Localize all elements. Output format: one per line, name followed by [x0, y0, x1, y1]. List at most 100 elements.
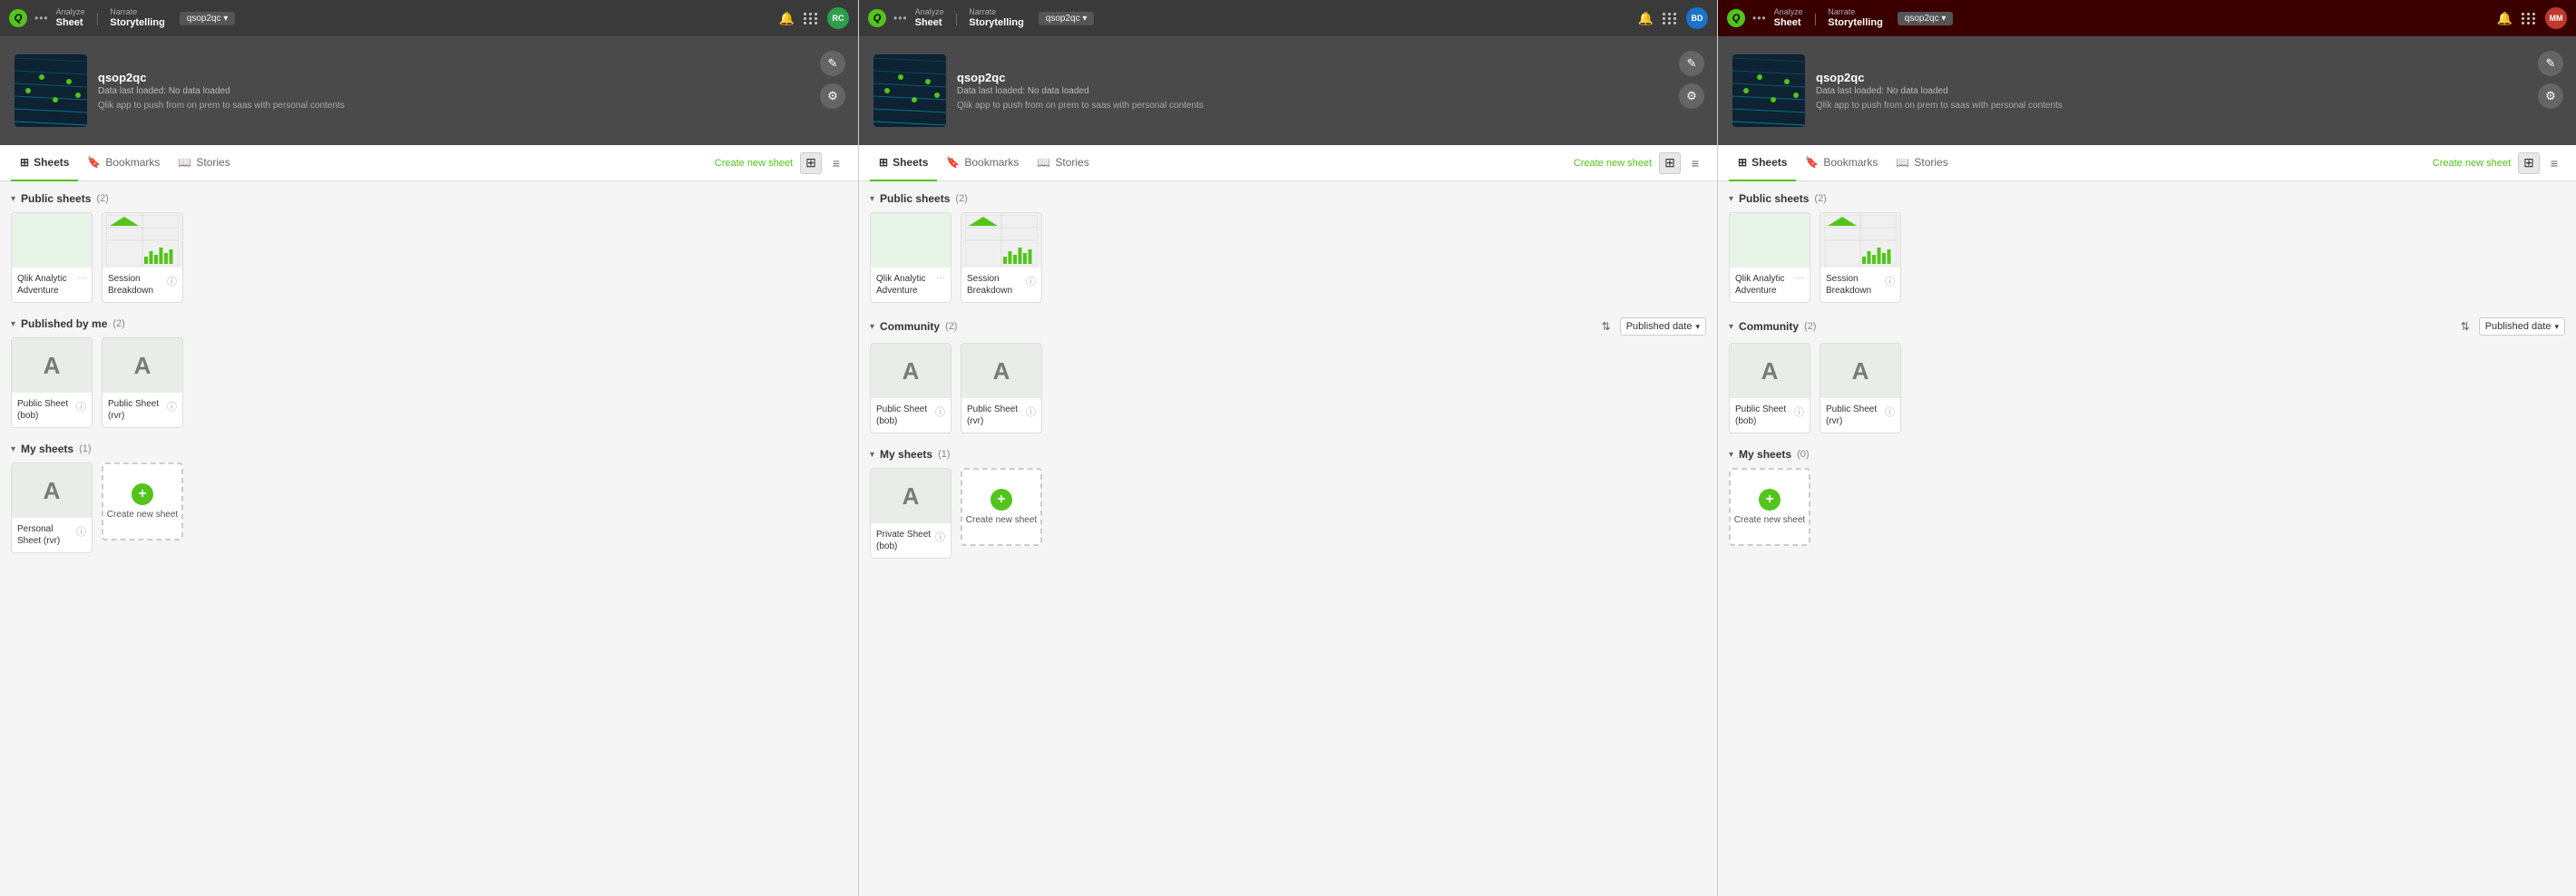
- sheet-card-qlik-analytic-3[interactable]: Qlik Analytic Adventure···: [1729, 212, 1810, 303]
- tab-stories-icon: 📖: [178, 156, 191, 169]
- more-icon[interactable]: ···: [77, 273, 86, 283]
- info-icon[interactable]: ⓘ: [1026, 274, 1036, 288]
- list-view-button[interactable]: ≡: [2543, 152, 2565, 174]
- settings-button[interactable]: ⚙: [1679, 83, 1704, 109]
- sheet-label: Session Breakdown: [967, 273, 1023, 297]
- info-icon[interactable]: ⓘ: [1026, 404, 1036, 419]
- create-new-sheet-button[interactable]: Create new sheet: [715, 158, 793, 169]
- user-avatar[interactable]: BD: [1686, 7, 1708, 29]
- section-header-public-sheets-2[interactable]: ▾Public sheets(2): [870, 192, 1706, 205]
- tab-sheets[interactable]: ⊞Sheets: [1729, 145, 1796, 181]
- section-header-published-by-me[interactable]: ▾Published by me(2): [11, 317, 847, 330]
- create-new-sheet-button[interactable]: Create new sheet: [2433, 158, 2511, 169]
- qlik-logo[interactable]: Q: [9, 9, 27, 27]
- sheet-card-public-sheet-rvr-2[interactable]: APublic Sheet (rvr)ⓘ: [961, 343, 1042, 433]
- sort-chevron-icon: ▾: [1695, 322, 1700, 332]
- sheet-card-qlik-analytic[interactable]: Qlik Analytic Adventure···: [11, 212, 93, 303]
- list-view-button[interactable]: ≡: [825, 152, 847, 174]
- create-new-sheet-card[interactable]: +Create new sheet: [1729, 468, 1810, 546]
- section-published-by-me: ▾Published by me(2) APublic Sheet (bob)ⓘA…: [11, 317, 847, 428]
- section-header-my-sheets-2[interactable]: ▾My sheets(1): [870, 448, 1706, 461]
- sheet-card-personal-sheet[interactable]: APersonal Sheet (rvr)ⓘ: [11, 463, 93, 553]
- settings-button[interactable]: ⚙: [2538, 83, 2563, 109]
- info-icon[interactable]: ⓘ: [935, 404, 945, 419]
- nav-analyze-section: AnalyzeSheet: [1774, 8, 1803, 28]
- section-header-community-2[interactable]: ▾Community(2)⇅Published date▾: [870, 317, 1706, 336]
- section-header-my-sheets-1[interactable]: ▾My sheets(1): [11, 443, 847, 455]
- apps-icon[interactable]: [1663, 13, 1677, 24]
- create-new-sheet-button[interactable]: Create new sheet: [1574, 158, 1652, 169]
- sheet-card-private-sheet-bob[interactable]: APrivate Sheet (bob)ⓘ: [870, 468, 951, 559]
- cards-grid-my-sheets-2: APrivate Sheet (bob)ⓘ+Create new sheet: [870, 468, 1706, 559]
- sheet-card-qlik-analytic-2[interactable]: Qlik Analytic Adventure···: [870, 212, 951, 303]
- sheet-card-public-sheet-bob-2[interactable]: APublic Sheet (bob)ⓘ: [870, 343, 951, 433]
- env-badge[interactable]: qsop2qc ▾: [180, 12, 236, 25]
- env-badge[interactable]: qsop2qc ▾: [1898, 12, 1954, 25]
- bell-icon[interactable]: 🔔: [2497, 11, 2513, 26]
- info-icon[interactable]: ⓘ: [935, 530, 945, 544]
- tab-stories[interactable]: 📖Stories: [1887, 145, 1956, 181]
- more-icon[interactable]: ···: [936, 273, 945, 283]
- edit-button[interactable]: ✎: [2538, 51, 2563, 76]
- create-new-sheet-card[interactable]: +Create new sheet: [102, 463, 183, 541]
- menu-dots[interactable]: •••: [1752, 12, 1767, 24]
- nav-separator: |: [1814, 11, 1818, 25]
- tab-stories[interactable]: 📖Stories: [169, 145, 239, 181]
- tab-sheets[interactable]: ⊞Sheets: [11, 145, 78, 181]
- edit-button[interactable]: ✎: [820, 51, 845, 76]
- sheet-card-public-sheet-rvr-3[interactable]: APublic Sheet (rvr)ⓘ: [1820, 343, 1901, 433]
- apps-icon[interactable]: [804, 13, 818, 24]
- section-header-my-sheets-3[interactable]: ▾My sheets(0): [1729, 448, 2565, 461]
- menu-dots[interactable]: •••: [34, 12, 49, 24]
- edit-button[interactable]: ✎: [1679, 51, 1704, 76]
- bell-icon[interactable]: 🔔: [779, 11, 795, 26]
- tab-bookmarks[interactable]: 🔖Bookmarks: [937, 145, 1028, 181]
- create-plus-icon: +: [1759, 489, 1781, 511]
- info-icon[interactable]: ⓘ: [1885, 404, 1895, 419]
- menu-dots[interactable]: •••: [893, 12, 908, 24]
- list-view-button[interactable]: ≡: [1684, 152, 1706, 174]
- grid-view-button[interactable]: ⊞: [1659, 152, 1681, 174]
- settings-button[interactable]: ⚙: [820, 83, 845, 109]
- sheet-card-session-breakdown-1[interactable]: Session Breakdownⓘ: [102, 212, 183, 303]
- tab-stories[interactable]: 📖Stories: [1028, 145, 1098, 181]
- tab-sheets[interactable]: ⊞Sheets: [870, 145, 937, 181]
- info-icon[interactable]: ⓘ: [167, 399, 177, 414]
- sheet-card-session-breakdown-2[interactable]: Session Breakdownⓘ: [961, 212, 1042, 303]
- section-header-public-sheets-3[interactable]: ▾Public sheets(2): [1729, 192, 2565, 205]
- sort-button[interactable]: Published date▾: [2479, 317, 2565, 336]
- section-header-community-3[interactable]: ▾Community(2)⇅Published date▾: [1729, 317, 2565, 336]
- user-avatar[interactable]: MM: [2545, 7, 2567, 29]
- user-avatar[interactable]: RC: [827, 7, 849, 29]
- info-icon[interactable]: ⓘ: [1885, 274, 1895, 288]
- list-sort-icon[interactable]: ⇅: [2461, 320, 2470, 333]
- sort-button[interactable]: Published date▾: [1620, 317, 1706, 336]
- app-subtitle: Data last loaded: No data loaded: [98, 86, 844, 96]
- env-badge[interactable]: qsop2qc ▾: [1039, 12, 1095, 25]
- sheet-card-public-sheet-bob-1[interactable]: APublic Sheet (bob)ⓘ: [11, 337, 93, 428]
- sheet-label: Qlik Analytic Adventure: [1735, 273, 1792, 297]
- info-icon[interactable]: ⓘ: [167, 274, 177, 288]
- nav-analyze-section: AnalyzeSheet: [915, 8, 944, 28]
- section-my-sheets-3: ▾My sheets(0) +Create new sheet: [1729, 448, 2565, 546]
- more-icon[interactable]: ···: [1795, 273, 1804, 283]
- info-icon[interactable]: ⓘ: [1794, 404, 1804, 419]
- apps-icon[interactable]: [2522, 13, 2536, 24]
- list-sort-icon[interactable]: ⇅: [1602, 320, 1611, 333]
- section-header-public-sheets[interactable]: ▾Public sheets(2): [11, 192, 847, 205]
- create-new-sheet-card[interactable]: +Create new sheet: [961, 468, 1042, 546]
- bell-icon[interactable]: 🔔: [1638, 11, 1654, 26]
- tab-bookmarks[interactable]: 🔖Bookmarks: [78, 145, 169, 181]
- qlik-logo[interactable]: Q: [868, 9, 886, 27]
- sheet-card-public-sheet-rvr-1[interactable]: APublic Sheet (rvr)ⓘ: [102, 337, 183, 428]
- section-title: Community: [880, 320, 940, 333]
- tab-bookmarks[interactable]: 🔖Bookmarks: [1796, 145, 1887, 181]
- grid-view-button[interactable]: ⊞: [800, 152, 822, 174]
- info-icon[interactable]: ⓘ: [76, 399, 86, 414]
- qlik-logo[interactable]: Q: [1727, 9, 1745, 27]
- section-title: Public sheets: [21, 192, 91, 205]
- sheet-card-public-sheet-bob-3[interactable]: APublic Sheet (bob)ⓘ: [1729, 343, 1810, 433]
- info-icon[interactable]: ⓘ: [76, 524, 86, 539]
- grid-view-button[interactable]: ⊞: [2518, 152, 2540, 174]
- sheet-card-session-breakdown-3[interactable]: Session Breakdownⓘ: [1820, 212, 1901, 303]
